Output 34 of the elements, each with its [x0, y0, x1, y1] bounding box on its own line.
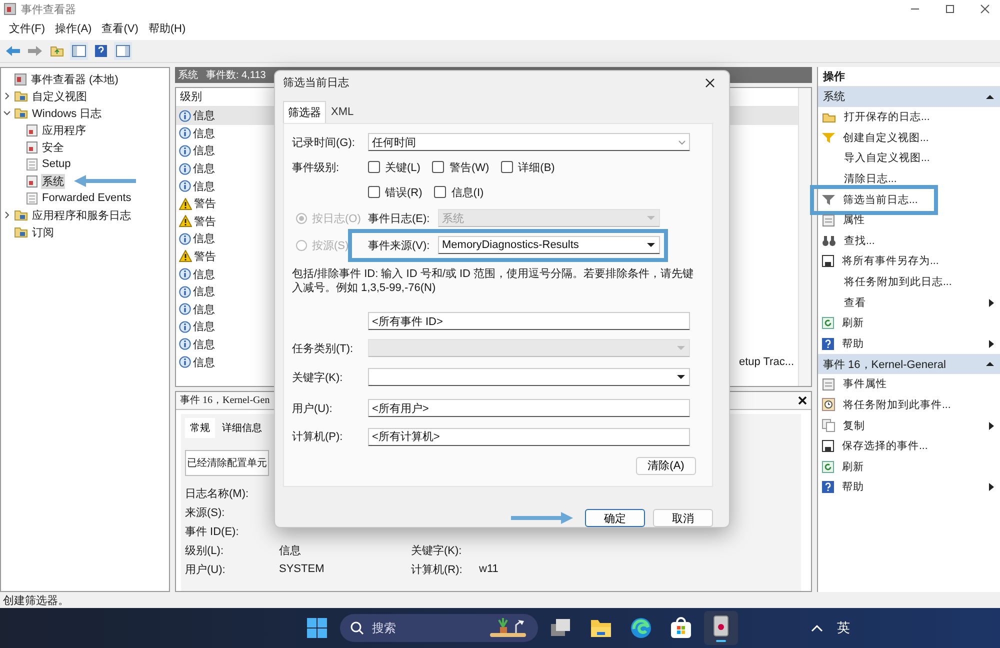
field-label: 计算机(R): [411, 562, 464, 577]
field-label: 关键字(K): [411, 544, 463, 558]
field-label: 关键字(K): [292, 370, 344, 384]
checkbox-label: 关键(L) [385, 160, 420, 174]
field-label: 任务类别(T): [292, 342, 354, 356]
event-title: 事件 16，Kernel-Gen [180, 394, 271, 408]
window-title: 事件查看器 [21, 2, 77, 16]
field-label: 事件来源(V): [368, 238, 431, 252]
radio-label: 按日志(O) [312, 212, 361, 226]
field-label: 来源(S): [185, 506, 226, 520]
field-label: 用户(U): [292, 402, 334, 416]
field-value: SYSTEM [279, 563, 326, 576]
message-box: 已经清除配置单元 [185, 450, 269, 476]
help-text: 包括/排除事件 ID: 输入 ID 号和/或 ID 范围，使用逗号分隔。若要排除条件，请先键入减号。例如 1,3,5-99,-76(N) [292, 266, 695, 294]
field-value: w11 [479, 563, 500, 576]
status-text: 创建筛选器。 [3, 594, 69, 608]
field-value: 信息 [279, 544, 302, 558]
search-label: 搜索 [372, 620, 397, 637]
field-label: 事件日志(E): [368, 212, 431, 226]
field-label: 计算机(P): [292, 430, 344, 444]
field-label: 用户(U): [185, 562, 226, 577]
event-count: 事件数: 4,113 [206, 68, 266, 82]
log-name: 系统 [178, 68, 198, 82]
checkbox-label: 警告(W) [449, 160, 490, 174]
radio-label: 按源(S) [312, 238, 349, 252]
field-label: 事件级别: [292, 160, 340, 174]
checkbox-label: 详细(B) [518, 160, 555, 174]
checkbox-label: 错误(R) [385, 186, 422, 200]
dialog-title: 筛选当前日志 [283, 76, 350, 90]
checkbox-label: 信息(I) [451, 186, 484, 200]
field-label: 日志名称(M): [185, 486, 250, 501]
field-label: 级别(L): [185, 544, 224, 558]
field-label: 事件 ID(E): [185, 524, 240, 539]
field-label: 记录时间(G): [292, 136, 356, 150]
